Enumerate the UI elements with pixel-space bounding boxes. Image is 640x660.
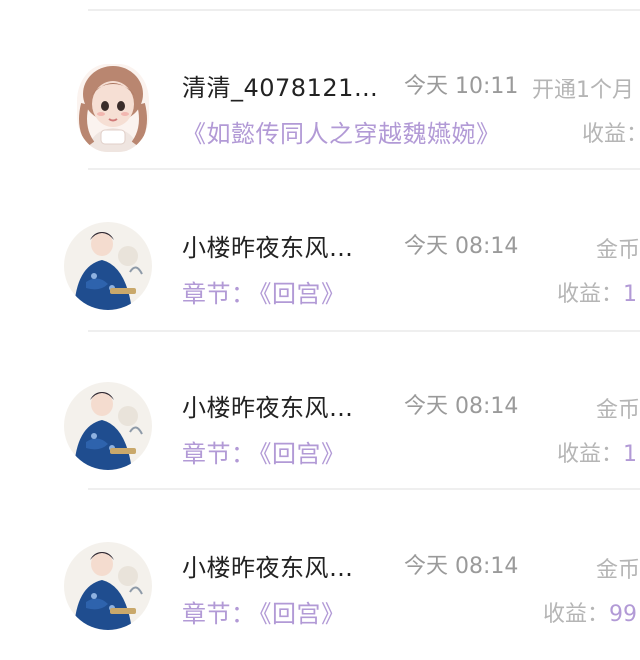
chapter-link[interactable]: 章节： 《回宫》 <box>182 594 346 629</box>
list-item[interactable]: 小楼昨夜东风… 今天 08:14 金币 章节： 《回宫》 收益：1 <box>0 320 640 490</box>
purchase-type: 金币 <box>596 558 640 583</box>
income: 收益： <box>582 116 640 148</box>
username: 小楼昨夜东风… <box>182 234 354 262</box>
list-item[interactable]: 小楼昨夜东风… 今天 08:14 金币 章节： 《回宫》 收益：1 <box>0 160 640 332</box>
avatar[interactable] <box>64 542 152 630</box>
chapter-label: 章节： <box>182 600 256 628</box>
income: 收益：1 <box>557 276 637 308</box>
income-label: 收益： <box>557 282 624 307</box>
avatar-man-blue-robe-illustration-icon <box>64 542 152 630</box>
avatar-man-blue-robe-illustration-icon <box>64 382 152 470</box>
purchase-type: 金币 <box>596 238 640 263</box>
avatar-girl-illustration-icon <box>77 64 149 152</box>
username: 小楼昨夜东风… <box>182 394 354 422</box>
list-item[interactable]: 清清_4078121… 今天 10:11 开通1个月 《如懿传同人之穿越魏嬿婉》… <box>0 0 640 170</box>
list-item[interactable]: 小楼昨夜东风… 今天 08:14 金币 章节： 《回宫》 收益：99 <box>0 480 640 640</box>
chapter-label: 章节： <box>182 440 256 468</box>
income-value: 1 <box>623 282 638 307</box>
subscription-record-list: 清清_4078121… 今天 10:11 开通1个月 《如懿传同人之穿越魏嬿婉》… <box>0 0 640 660</box>
income: 收益：1 <box>557 436 637 468</box>
timestamp: 今天 10:11 <box>404 74 519 99</box>
book-title-link[interactable]: 《如懿传同人之穿越魏嬿婉》 <box>182 114 501 149</box>
avatar-man-blue-robe-illustration-icon <box>64 222 152 310</box>
chapter-title: 《回宫》 <box>259 280 346 308</box>
timestamp: 今天 08:14 <box>404 234 519 259</box>
username: 清清_4078121… <box>182 74 379 102</box>
income: 收益：99 <box>543 596 637 628</box>
chapter-link[interactable]: 章节： 《回宫》 <box>182 274 346 309</box>
income-label: 收益： <box>582 122 640 147</box>
chapter-label: 章节： <box>182 280 256 308</box>
chapter-link[interactable]: 章节： 《回宫》 <box>182 434 346 469</box>
timestamp: 今天 08:14 <box>404 394 519 419</box>
purchase-type: 金币 <box>596 398 640 423</box>
username: 小楼昨夜东风… <box>182 554 354 582</box>
avatar[interactable] <box>64 222 152 310</box>
income-label: 收益： <box>543 602 610 627</box>
income-label: 收益： <box>557 442 624 467</box>
chapter-title: 《回宫》 <box>259 440 346 468</box>
timestamp: 今天 08:14 <box>404 554 519 579</box>
income-value: 1 <box>623 442 638 467</box>
purchase-type: 开通1个月 <box>532 78 634 103</box>
avatar[interactable] <box>77 64 149 152</box>
chapter-title: 《回宫》 <box>259 600 346 628</box>
book-title: 《如懿传同人之穿越魏嬿婉》 <box>182 120 501 148</box>
avatar[interactable] <box>64 382 152 470</box>
income-value: 99 <box>609 602 638 627</box>
